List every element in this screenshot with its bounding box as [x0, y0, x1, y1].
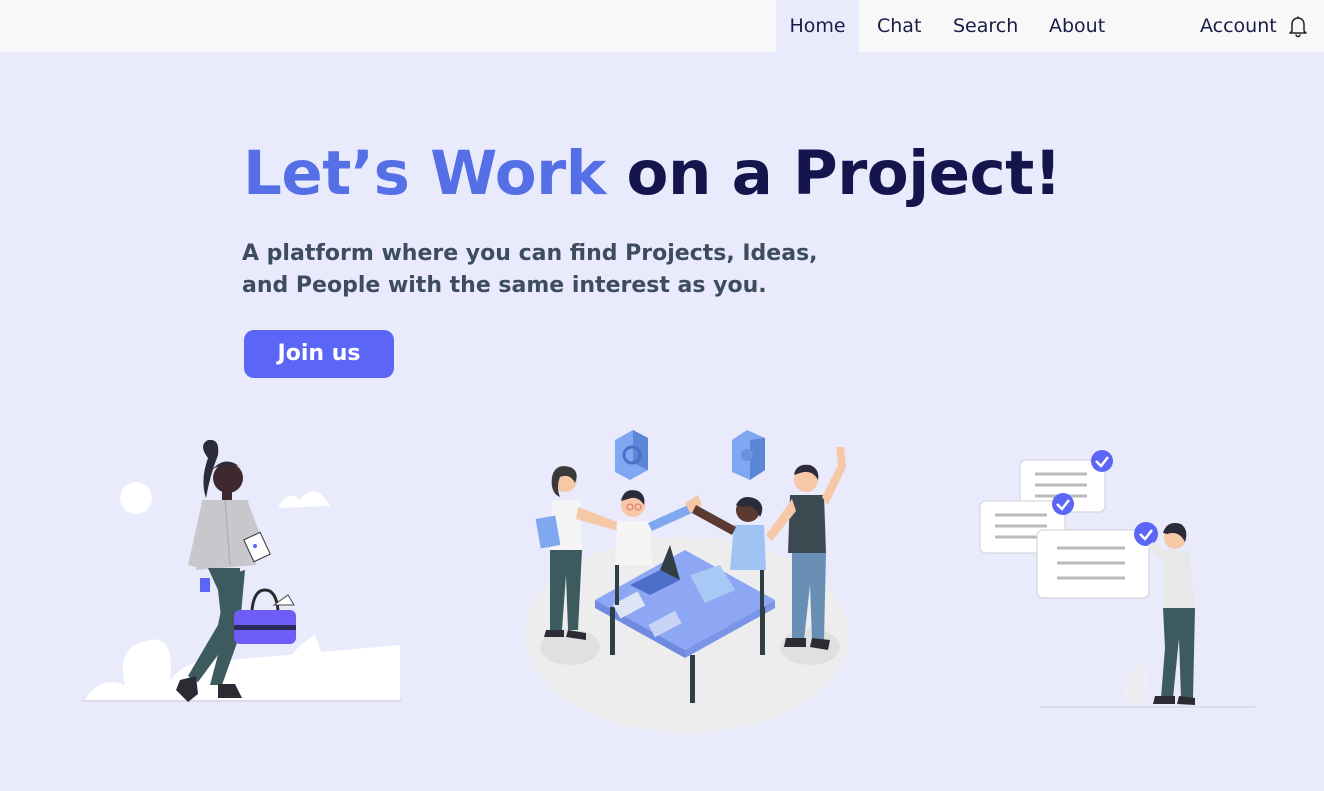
task-checklist-illustration [979, 450, 1255, 708]
hero-title-accent: Let’s Work [243, 138, 606, 209]
nav-home-link[interactable]: Home [776, 0, 859, 52]
hero-title-rest: on a Project! [626, 138, 1062, 209]
hero-subtitle: A platform where you can find Projects, … [242, 241, 818, 298]
top-nav-bar: Home Chat Search About Account [0, 0, 1324, 52]
join-us-button[interactable]: Join us [244, 330, 394, 378]
hero-title: Let’s Work on a Project! [243, 138, 1062, 209]
team-collaboration-illustration [525, 430, 849, 733]
nav-about-link[interactable]: About [1049, 0, 1105, 52]
nav-search-link[interactable]: Search [953, 0, 1018, 52]
bell-icon[interactable] [1286, 14, 1310, 38]
nav-chat-link[interactable]: Chat [877, 0, 921, 52]
traveler-woman-illustration [83, 440, 402, 702]
nav-account-link[interactable]: Account [1200, 0, 1277, 52]
